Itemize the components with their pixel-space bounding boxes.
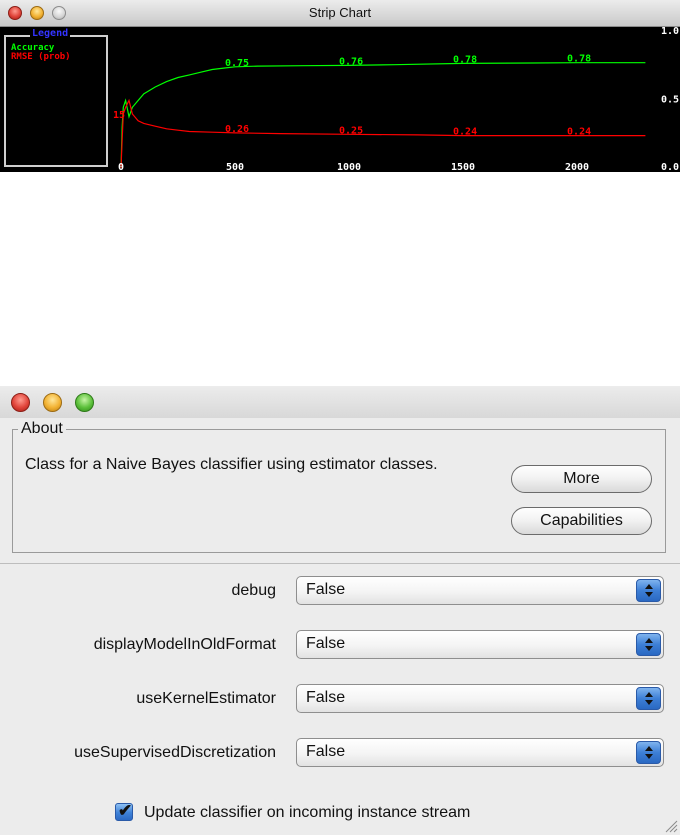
classifier-properties-window: About Class for a Naive Bayes classifier… bbox=[0, 386, 680, 835]
zoom-window-button[interactable] bbox=[75, 393, 94, 412]
strip-chart-titlebar: Strip Chart bbox=[0, 0, 680, 27]
y-tick-label: 1.0 bbox=[661, 26, 679, 37]
capabilities-button[interactable]: Capabilities bbox=[511, 507, 652, 535]
x-tick-label: 500 bbox=[226, 162, 244, 172]
use-supervised-label: useSupervisedDiscretization bbox=[74, 744, 276, 761]
up-down-arrows-icon bbox=[636, 579, 661, 602]
display-model-label: displayModelInOldFormat bbox=[93, 636, 276, 653]
start-label: 15 bbox=[113, 110, 125, 121]
window-title: Strip Chart bbox=[308, 5, 372, 20]
debug-label: debug bbox=[231, 582, 277, 599]
data-label-accuracy-0: 0.75 bbox=[225, 58, 249, 69]
about-description: Class for a Naive Bayes classifier using… bbox=[25, 456, 438, 473]
series-line-accuracy bbox=[120, 62, 646, 169]
debug-value: False bbox=[306, 581, 346, 598]
data-label-accuracy-3: 0.78 bbox=[567, 54, 591, 65]
data-label-rmse-1: 0.25 bbox=[339, 125, 363, 136]
data-label-rmse-2: 0.24 bbox=[453, 127, 477, 138]
up-down-arrows-icon bbox=[636, 687, 661, 710]
y-tick-label: 0.5 bbox=[661, 95, 679, 106]
display-model-value: False bbox=[306, 635, 346, 652]
use-supervised-value: False bbox=[306, 743, 346, 760]
divider bbox=[0, 563, 680, 564]
update-classifier-checkbox[interactable]: ✔ bbox=[115, 801, 133, 821]
about-legend: About bbox=[18, 420, 66, 438]
up-down-arrows-icon bbox=[636, 633, 661, 656]
classifier-titlebar bbox=[0, 386, 680, 418]
use-supervised-select[interactable]: False bbox=[296, 738, 664, 767]
use-kernel-label: useKernelEstimator bbox=[136, 690, 276, 707]
more-button[interactable]: More bbox=[511, 465, 652, 493]
display-model-select[interactable]: False bbox=[296, 630, 664, 659]
close-window-button[interactable] bbox=[11, 393, 30, 412]
up-down-arrows-icon bbox=[636, 741, 661, 764]
data-label-accuracy-2: 0.78 bbox=[453, 54, 477, 65]
data-label-rmse-3: 0.24 bbox=[567, 127, 591, 138]
use-kernel-select[interactable]: False bbox=[296, 684, 664, 713]
resize-grip-icon[interactable] bbox=[664, 819, 678, 833]
x-tick-label: 1000 bbox=[337, 162, 361, 172]
legend-item-rmse: RMSE (prob) bbox=[11, 52, 71, 62]
use-kernel-value: False bbox=[306, 689, 346, 706]
legend-title: Legend bbox=[30, 28, 71, 39]
minimize-window-button[interactable] bbox=[43, 393, 62, 412]
x-tick-label: 1500 bbox=[451, 162, 475, 172]
data-label-accuracy-1: 0.76 bbox=[339, 56, 363, 67]
update-classifier-label: Update classifier on incoming instance s… bbox=[144, 804, 471, 821]
debug-select[interactable]: False bbox=[296, 576, 664, 605]
y-tick-label: 0.0 bbox=[661, 162, 679, 172]
check-icon: ✔ bbox=[118, 801, 133, 820]
strip-chart-window: Strip Chart 0.75 0.76 0.78 0.78 0.26 0.25 0.24… bbox=[0, 0, 680, 172]
data-label-rmse-0: 0.26 bbox=[225, 124, 249, 135]
x-tick-label: 2000 bbox=[565, 162, 589, 172]
x-tick-label: 0 bbox=[118, 162, 124, 172]
